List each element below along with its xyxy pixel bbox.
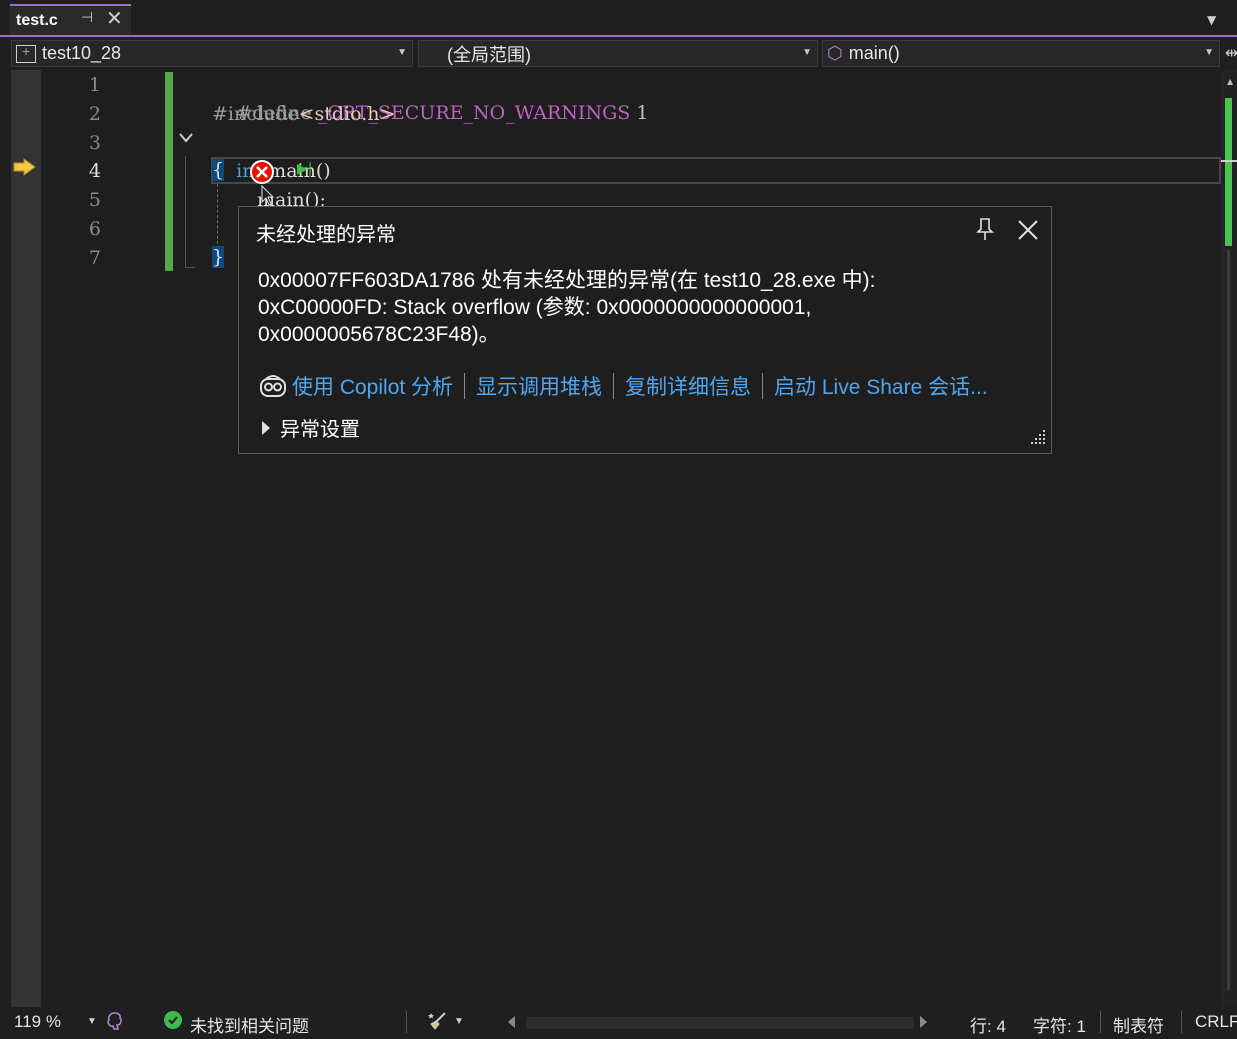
number-literal: 1 bbox=[636, 102, 649, 124]
scroll-up-icon[interactable]: ▲ bbox=[1227, 77, 1233, 86]
exception-message-line: 0xC00000FD: Stack overflow (参数: 0x000000… bbox=[258, 296, 812, 319]
exception-title: 未经处理的异常 bbox=[256, 224, 396, 246]
exception-message-line: 0x00007FF603DA1786 处有未经处理的异常(在 test10_28… bbox=[258, 269, 876, 292]
cursor-char[interactable]: 字符: 1 bbox=[1033, 1012, 1086, 1037]
project-combo[interactable]: + test10_28 ▼ bbox=[11, 40, 413, 67]
exception-actions: 使用 Copilot 分析 显示调用堆栈 复制详细信息 启动 Live Shar… bbox=[258, 371, 988, 401]
copy-details-link[interactable]: 复制详细信息 bbox=[625, 371, 751, 401]
glyph-margin[interactable] bbox=[11, 70, 41, 1007]
function-combo[interactable]: ⬡ main() ▼ bbox=[822, 40, 1220, 67]
code-line-7[interactable]: } bbox=[212, 243, 225, 271]
pin-icon[interactable] bbox=[976, 217, 994, 241]
line-number: 5 bbox=[88, 189, 101, 211]
line-number: 3 bbox=[88, 132, 101, 154]
mouse-cursor-icon bbox=[261, 185, 275, 206]
chevron-down-icon[interactable]: ▼ bbox=[87, 1016, 97, 1027]
line-number: 2 bbox=[88, 103, 101, 125]
scrollbar-track[interactable] bbox=[1227, 250, 1230, 990]
zoom-level[interactable]: 119 % bbox=[14, 1012, 61, 1032]
execution-pointer-icon bbox=[13, 158, 36, 176]
navigation-bar: + test10_28 ▼ (全局范围) ▼ ⬡ main() ▼ ⇹ bbox=[0, 37, 1237, 70]
cursor-line[interactable]: 行: 4 bbox=[970, 1012, 1006, 1037]
code-cleanup-icon[interactable] bbox=[427, 1010, 449, 1032]
code-line-2[interactable]: #include<stdio.h> bbox=[212, 100, 395, 128]
analyze-with-copilot-link[interactable]: 使用 Copilot 分析 bbox=[292, 371, 453, 401]
scrollbar-caret-marker bbox=[1221, 160, 1237, 162]
scrollbar-change-marker bbox=[1225, 98, 1232, 246]
issues-status[interactable]: 未找到相关问题 bbox=[190, 1012, 309, 1037]
close-icon[interactable] bbox=[1017, 219, 1039, 241]
tab-title: test.c bbox=[16, 11, 58, 29]
horizontal-scroll-thumb[interactable] bbox=[526, 1017, 914, 1029]
status-divider bbox=[1181, 1011, 1182, 1033]
scroll-right-icon[interactable] bbox=[920, 1016, 927, 1028]
code-line-3[interactable]: int main() bbox=[212, 129, 331, 182]
chevron-down-icon[interactable] bbox=[178, 131, 194, 145]
cube-icon: ⬡ bbox=[827, 43, 843, 63]
chevron-down-icon: ▼ bbox=[1204, 47, 1214, 58]
line-number: 1 bbox=[88, 74, 101, 96]
project-icon: + bbox=[16, 43, 36, 63]
exception-message-line: 0x0000005678C23F48)。 bbox=[258, 323, 500, 346]
change-tracking-bar bbox=[165, 72, 173, 271]
code-line-1[interactable]: #define _CRT_SECURE_NO_WARNINGS 1 bbox=[212, 71, 648, 124]
split-editor-icon[interactable]: ⇹ bbox=[1225, 43, 1237, 62]
chevron-down-icon[interactable]: ▼ bbox=[454, 1016, 464, 1027]
brace-open: { bbox=[212, 159, 225, 181]
scope-combo[interactable]: (全局范围) ▼ bbox=[418, 40, 818, 67]
close-icon[interactable]: ✕ bbox=[106, 6, 123, 30]
line-number: 6 bbox=[88, 218, 101, 240]
pin-icon[interactable]: ⊣ bbox=[81, 10, 93, 26]
fold-guide bbox=[185, 156, 186, 268]
link-separator bbox=[613, 373, 615, 399]
exception-helper-popup: 未经处理的异常 0x00007FF603DA1786 处有未经处理的异常(在 t… bbox=[238, 206, 1052, 454]
brace-close: } bbox=[212, 246, 225, 268]
indentation-mode[interactable]: 制表符 bbox=[1113, 1012, 1164, 1037]
line-ending[interactable]: CRLF bbox=[1195, 1012, 1237, 1032]
resize-grip-icon[interactable] bbox=[1026, 427, 1048, 449]
status-divider bbox=[1100, 1011, 1101, 1033]
show-call-stack-link[interactable]: 显示调用堆栈 bbox=[476, 371, 602, 401]
line-number: 7 bbox=[88, 247, 101, 269]
chevron-down-icon: ▼ bbox=[802, 47, 812, 58]
exception-settings-label: 异常设置 bbox=[280, 419, 360, 441]
document-tab-strip: test.c ⊣ ✕ ▼ bbox=[0, 0, 1237, 37]
status-divider bbox=[406, 1011, 407, 1033]
project-name: test10_28 bbox=[42, 43, 122, 63]
scope-name: (全局范围) bbox=[447, 44, 531, 65]
chevron-down-icon: ▼ bbox=[397, 47, 407, 58]
expand-triangle-icon bbox=[262, 420, 270, 435]
error-icon bbox=[250, 160, 274, 184]
parentheses: () bbox=[315, 160, 331, 182]
copilot-icon bbox=[260, 375, 286, 397]
link-separator bbox=[762, 373, 764, 399]
start-live-share-link[interactable]: 启动 Live Share 会话... bbox=[774, 371, 988, 401]
status-bar: 119 % ▼ 未找到相关问题 ▼ 行: 4 字符: 1 制表符 CRLF bbox=[0, 1007, 1237, 1039]
horizontal-scrollbar[interactable] bbox=[500, 1013, 940, 1033]
code-line-4[interactable]: { bbox=[212, 156, 225, 184]
link-separator bbox=[464, 373, 466, 399]
include-file: <stdio.h> bbox=[298, 103, 396, 125]
check-circle-icon bbox=[164, 1011, 182, 1029]
scroll-left-icon[interactable] bbox=[508, 1016, 515, 1028]
fold-guide-end bbox=[185, 267, 195, 268]
tab-list-dropdown-icon[interactable]: ▼ bbox=[1207, 13, 1216, 27]
preprocessor-directive: #include bbox=[212, 103, 299, 125]
exception-message: 0x00007FF603DA1786 处有未经处理的异常(在 test10_28… bbox=[258, 267, 1038, 348]
line-number-current: 4 bbox=[88, 160, 101, 182]
tab-test-c[interactable]: test.c ⊣ ✕ bbox=[10, 4, 131, 35]
vertical-scrollbar[interactable]: ▲ bbox=[1221, 70, 1237, 1007]
current-line-highlight bbox=[211, 157, 1221, 184]
run-to-click-icon[interactable]: ▶| bbox=[297, 161, 312, 177]
intellicode-icon[interactable] bbox=[104, 1010, 126, 1032]
exception-settings-expander[interactable]: 异常设置 bbox=[262, 413, 360, 442]
function-name: main() bbox=[848, 43, 900, 63]
